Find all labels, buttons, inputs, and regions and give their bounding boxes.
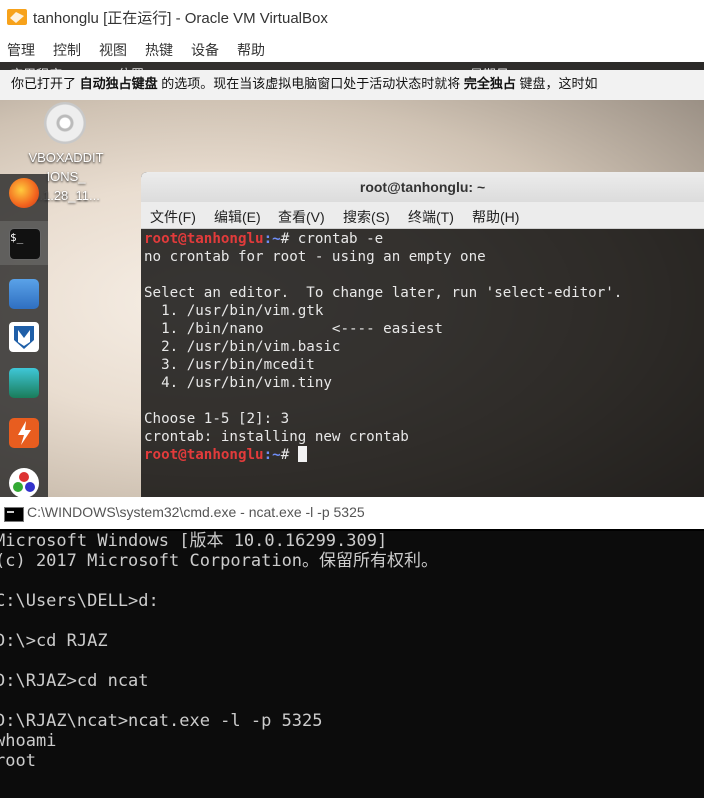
terminal-menu-help[interactable]: 帮助(H) <box>472 207 519 227</box>
apps-icon[interactable] <box>9 468 39 497</box>
terminal-menu-view[interactable]: 查看(V) <box>278 207 325 227</box>
terminal-line: Choose 1-5 [2]: 3 <box>144 411 290 427</box>
terminal-menubar: 文件(F) 编辑(E) 查看(V) 搜索(S) 终端(T) 帮助(H) <box>141 202 704 229</box>
notice-bold-1: 自动独占键盘 <box>79 76 158 91</box>
menu-view[interactable]: 视图 <box>99 40 127 60</box>
cmd-line: whoami <box>0 731 57 751</box>
guest-screen[interactable]: 应用程序 ▾ 位置 ▾ 星期日 22:13 ● 你已打开了 自动独占键盘 的选项… <box>0 62 704 497</box>
menu-devices[interactable]: 设备 <box>191 40 219 60</box>
vbox-menubar: 管理 控制 视图 热键 设备 帮助 <box>0 34 704 62</box>
guest-terminal-window[interactable]: root@tanhonglu: ~ 文件(F) 编辑(E) 查看(V) 搜索(S… <box>141 172 704 497</box>
vbox-titlebar: tanhonglu [正在运行] - Oracle VM VirtualBox <box>0 0 704 34</box>
terminal-line: root@tanhonglu:~# crontab -e <box>144 230 702 248</box>
terminal-menu-file[interactable]: 文件(F) <box>150 207 196 227</box>
metasploit-icon[interactable] <box>9 322 39 352</box>
cmd-line: (c) 2017 Microsoft Corporation。保留所有权利。 <box>0 551 439 571</box>
desktop-icon-label-line1: VBOXADDIT <box>28 150 104 165</box>
files-icon[interactable] <box>9 279 39 309</box>
terminal-line: 4. /usr/bin/vim.tiny <box>144 375 332 391</box>
prompt-path: :~ <box>263 231 281 247</box>
terminal-line: crontab: installing new crontab <box>144 429 409 445</box>
cmd-title: C:\WINDOWS\system32\cmd.exe - ncat.exe -… <box>27 504 365 520</box>
cmd-line: D:\>cd RJAZ <box>0 631 108 651</box>
terminal-line: root@tanhonglu:~# <box>144 446 702 464</box>
prompt-path: :~ <box>263 447 281 463</box>
terminal-menu-search[interactable]: 搜索(S) <box>343 207 390 227</box>
terminal-line: Select an editor. To change later, run '… <box>144 285 623 301</box>
virtualbox-app-icon <box>7 9 27 25</box>
cmd-titlebar[interactable]: C:\WINDOWS\system32\cmd.exe - ncat.exe -… <box>0 497 704 529</box>
terminal-line: 1. /bin/nano <---- easiest <box>144 321 443 337</box>
window-title: tanhonglu [正在运行] - Oracle VM VirtualBox <box>33 10 328 27</box>
prompt-hash: # <box>280 447 298 463</box>
terminal-menu-edit[interactable]: 编辑(E) <box>214 207 261 227</box>
prompt-user: root@tanhonglu <box>144 447 264 463</box>
notice-text-1: 你已打开了 <box>11 76 80 91</box>
terminal-titlebar[interactable]: root@tanhonglu: ~ <box>141 172 704 202</box>
prompt-hash: # <box>280 231 298 247</box>
cmd-line <box>0 611 704 631</box>
cmd-line <box>0 651 704 671</box>
avatar-icon[interactable] <box>9 368 39 398</box>
firefox-icon[interactable] <box>9 178 39 208</box>
dock: $_ <box>0 174 48 497</box>
terminal-title: root@tanhonglu: ~ <box>359 179 486 195</box>
cmd-line <box>0 691 704 711</box>
menu-hotkeys[interactable]: 热键 <box>145 40 173 60</box>
menu-control[interactable]: 控制 <box>53 40 81 60</box>
burp-icon[interactable] <box>9 418 39 448</box>
menu-manage[interactable]: 管理 <box>7 40 35 60</box>
terminal-output[interactable]: root@tanhonglu:~# crontab -e no crontab f… <box>144 230 702 497</box>
notice-text-2: 的选项。现在当该虚拟电脑窗口处于活动状态时就将 <box>157 76 464 91</box>
keyboard-capture-notice: 你已打开了 自动独占键盘 的选项。现在当该虚拟电脑窗口处于活动状态时就将 完全独… <box>0 70 704 100</box>
prompt-user: root@tanhonglu <box>144 231 264 247</box>
terminal-icon[interactable]: $_ <box>9 228 41 260</box>
terminal-cursor <box>297 446 307 462</box>
terminal-menu-terminal[interactable]: 终端(T) <box>408 207 454 227</box>
notice-text-3: 键盘，这时如 <box>515 76 598 91</box>
cmd-line: D:\RJAZ>cd ncat <box>0 671 149 691</box>
notice-bold-2: 完全独占 <box>463 76 516 91</box>
cmd-output[interactable]: Microsoft Windows [版本 10.0.16299.309] (c)… <box>0 531 704 798</box>
cd-disc-icon <box>44 102 86 144</box>
terminal-line: 1. /usr/bin/vim.gtk <box>144 303 324 319</box>
cmd-line: D:\RJAZ\ncat>ncat.exe -l -p 5325 <box>0 711 323 731</box>
terminal-line: no crontab for root - using an empty one <box>144 249 486 265</box>
cmd-line: C:\Users\DELL>d: <box>0 591 159 611</box>
terminal-line: 3. /usr/bin/mcedit <box>144 357 315 373</box>
menu-help[interactable]: 帮助 <box>237 40 265 60</box>
cmd-line <box>0 571 704 591</box>
cmd-line: Microsoft Windows [版本 10.0.16299.309] <box>0 531 388 551</box>
cmd-line: root <box>0 751 36 771</box>
terminal-command: crontab -e <box>297 231 384 247</box>
terminal-line: 2. /usr/bin/vim.basic <box>144 339 341 355</box>
cmd-app-icon <box>4 507 24 522</box>
